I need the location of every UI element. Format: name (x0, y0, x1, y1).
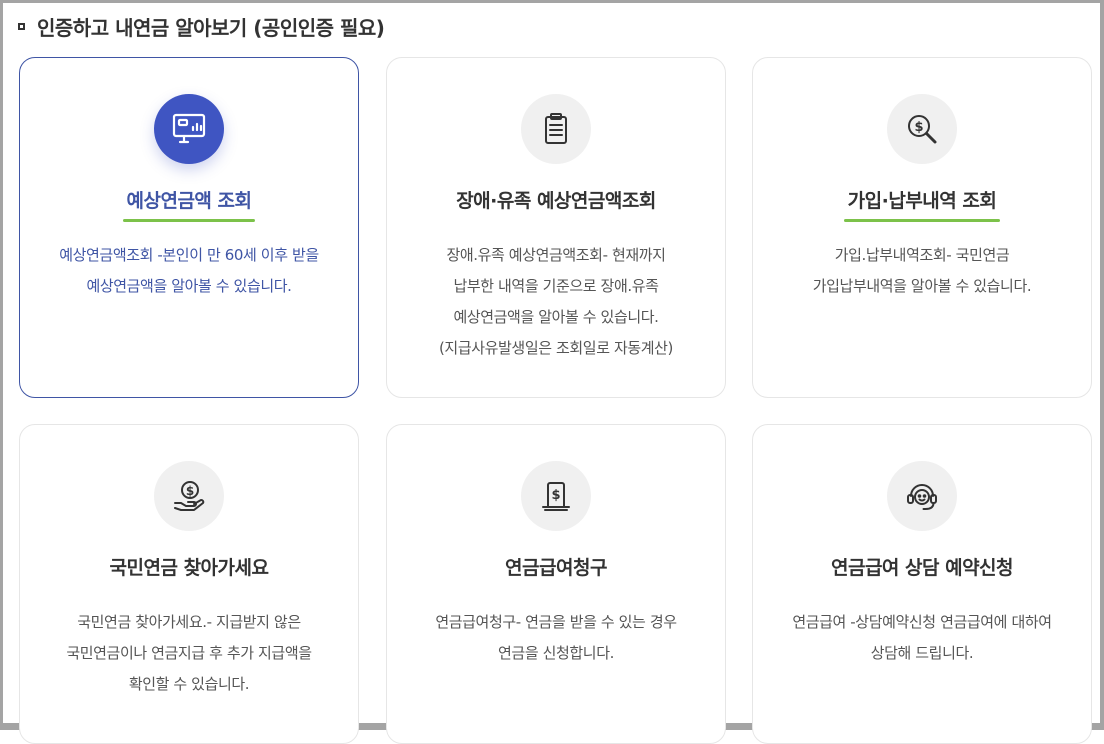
section-header: 인증하고 내연금 알아보기 (공인인증 필요) (18, 9, 385, 43)
svg-text:$: $ (186, 484, 194, 498)
card-find-pension[interactable]: $ 국민연금 찾아가세요 국민연금 찾아가세요.- 지급받지 않은 국민연금이나… (19, 424, 359, 744)
desc-line: 연금을 신청합니다. (498, 644, 614, 662)
card-description: 가입.납부내역조회- 국민연금 가입납부내역을 알아볼 수 있습니다. (773, 240, 1071, 302)
desc-line: 국민연금 찾아가세요.- 지급받지 않은 (77, 613, 301, 631)
desc-line: 납부한 내역을 기준으로 장애.유족 (453, 277, 659, 295)
card-subscription-payment-history[interactable]: $ 가입·납부내역 조회 가입.납부내역조회- 국민연금 가입납부내역을 알아볼… (752, 57, 1092, 398)
card-title: 연금급여 상담 예약신청 (830, 557, 1014, 579)
desc-line: 장애.유족 예상연금액조회- 현재까지 (446, 246, 666, 264)
desc-line: 상담해 드립니다. (870, 644, 974, 662)
card-description: 연금급여청구- 연금을 받을 수 있는 경우 연금을 신청합니다. (407, 607, 705, 669)
card-pension-benefit-claim[interactable]: $ 연금급여청구 연금급여청구- 연금을 받을 수 있는 경우 연금을 신청합니… (386, 424, 726, 744)
headset-icon (907, 484, 937, 510)
card-title: 예상연금액 조회 (126, 190, 252, 212)
svg-text:$: $ (914, 120, 923, 135)
desc-line: 예상연금액을 알아볼 수 있습니다. (86, 277, 292, 295)
desc-line: 예상연금액조회 -본인이 만 60세 이후 받을 (59, 246, 319, 264)
card-disability-survivor-pension[interactable]: 장애·유족 예상연금액조회 장애.유족 예상연금액조회- 현재까지 납부한 내역… (386, 57, 726, 398)
desc-line: (지급사유발생일은 조회일로 자동계산) (438, 339, 674, 357)
dollar-receipt-icon: $ (542, 482, 570, 511)
card-title: 국민연금 찾아가세요 (109, 557, 269, 579)
icon-circle: $ (154, 461, 224, 531)
monitor-chart-icon (172, 113, 206, 144)
card-description: 국민연금 찾아가세요.- 지급받지 않은 국민연금이나 연금지급 후 추가 지급… (40, 607, 338, 700)
svg-text:$: $ (551, 488, 560, 503)
icon-circle: $ (521, 461, 591, 531)
desc-line: 국민연금이나 연금지급 후 추가 지급액을 (66, 644, 312, 662)
desc-line: 확인할 수 있습니다. (128, 675, 250, 693)
desc-line: 가입.납부내역조회- 국민연금 (834, 246, 1010, 264)
desc-line: 연금급여청구- 연금을 받을 수 있는 경우 (435, 613, 677, 631)
clipboard-icon (545, 113, 567, 144)
card-title: 가입·납부내역 조회 (847, 190, 997, 212)
card-title: 장애·유족 예상연금액조회 (456, 190, 656, 212)
card-description: 연금급여 -상담예약신청 연금급여에 대하여 상담해 드립니다. (773, 607, 1071, 669)
magnifier-dollar-icon: $ (908, 115, 937, 144)
desc-line: 예상연금액을 알아볼 수 있습니다. (453, 308, 659, 326)
icon-circle (521, 94, 591, 164)
desc-line: 가입납부내역을 알아볼 수 있습니다. (812, 277, 1032, 295)
card-description: 장애.유족 예상연금액조회- 현재까지 납부한 내역을 기준으로 장애.유족 예… (407, 240, 705, 364)
card-description: 예상연금액조회 -본인이 만 60세 이후 받을 예상연금액을 알아볼 수 있습… (40, 240, 338, 302)
section-title: 인증하고 내연금 알아보기 (공인인증 필요) (37, 15, 385, 40)
card-consultation-reservation[interactable]: 연금급여 상담 예약신청 연금급여 -상담예약신청 연금급여에 대하여 상담해 … (752, 424, 1092, 744)
title-underline (122, 219, 256, 222)
icon-circle (887, 461, 957, 531)
hand-coin-icon: $ (174, 481, 205, 511)
square-bullet-icon (18, 23, 25, 30)
desc-line: 연금급여 -상담예약신청 연금급여에 대하여 (792, 613, 1052, 631)
card-title: 연금급여청구 (505, 557, 607, 579)
icon-circle: $ (887, 94, 957, 164)
card-expected-pension[interactable]: 예상연금액 조회 예상연금액조회 -본인이 만 60세 이후 받을 예상연금액을… (19, 57, 359, 398)
title-underline (843, 219, 1001, 222)
icon-circle (154, 94, 224, 164)
